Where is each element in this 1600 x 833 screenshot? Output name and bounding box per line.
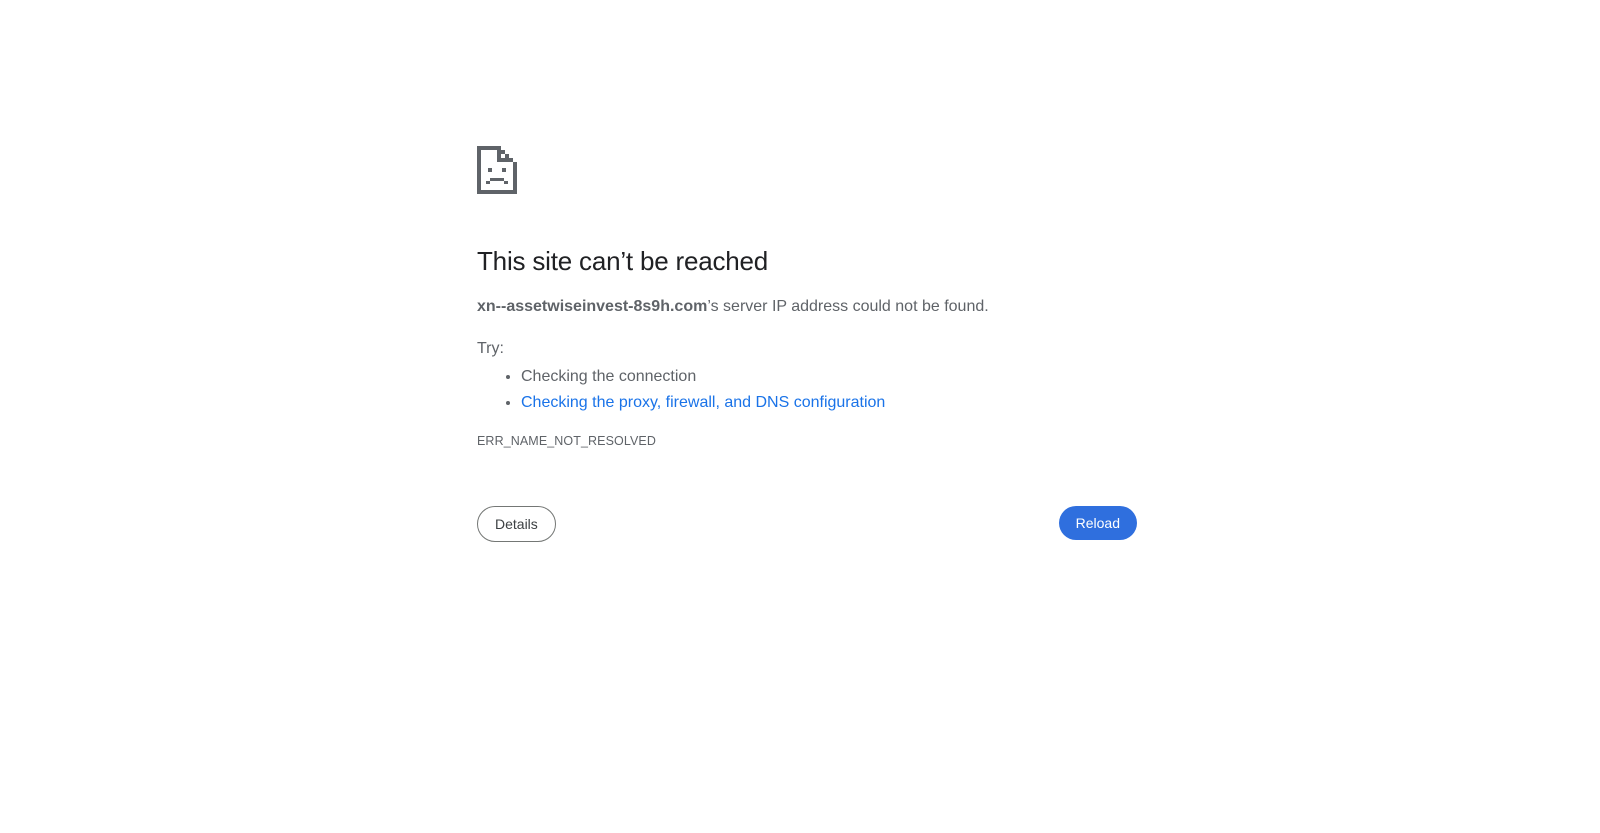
page-title: This site can’t be reached <box>477 246 769 276</box>
suggestions-list: Checking the connection Checking the pro… <box>477 364 1137 416</box>
suggestion-item[interactable]: Checking the proxy, firewall, and DNS co… <box>521 390 1137 416</box>
error-host: xn--assetwiseinvest-8s9h.com <box>477 298 708 315</box>
button-row: Details Reload <box>477 506 1137 544</box>
suggestion-check-connection: Checking the connection <box>521 368 697 385</box>
error-summary: xn--assetwiseinvest-8s9h.com’s server IP… <box>477 296 1137 318</box>
error-summary-message: ’s server IP address could not be found. <box>707 298 989 315</box>
reload-button[interactable]: Reload <box>1058 506 1137 540</box>
suggestion-proxy-firewall-dns-link[interactable]: Checking the proxy, firewall, and DNS co… <box>521 394 885 411</box>
try-label: Try: <box>477 340 504 357</box>
details-button[interactable]: Details <box>477 506 556 542</box>
error-code: ERR_NAME_NOT_RESOLVED <box>477 434 656 448</box>
suggestion-item: Checking the connection <box>521 364 1137 390</box>
error-page-content: This site can’t be reached xn--assetwise… <box>477 146 1137 544</box>
sad-page-icon <box>477 146 1137 194</box>
